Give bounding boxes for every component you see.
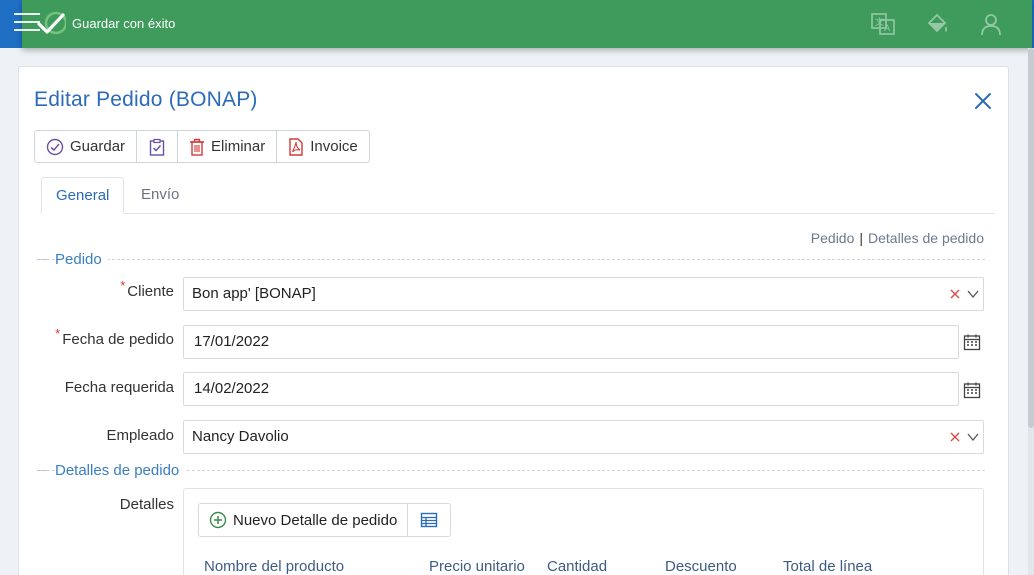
cliente-value: Bon app' [BONAP] [192,285,316,302]
section-pedido: Pedido [37,251,985,268]
fecha-requerida-value: 14/02/2022 [194,380,270,397]
clear-icon[interactable] [949,288,961,300]
page-title: Editar Pedido (BONAP) [34,88,258,111]
empleado-combobox[interactable]: Nancy Davolio [183,420,984,454]
link-detalles-de-pedido[interactable]: Detalles de pedido [868,230,984,246]
cliente-combobox[interactable]: Bon app' [BONAP] [183,277,984,311]
calendar-icon[interactable] [963,381,981,399]
fecha-requerida-label: Fecha requerida [64,379,174,396]
edit-order-card: Editar Pedido (BONAP) Guardar Eliminar I… [18,66,1009,575]
checkmark-icon [37,11,66,35]
section-pedido-title: Pedido [55,251,108,268]
fecha-de-pedido-label: * Fecha de pedido [55,326,174,348]
calendar-icon[interactable] [963,333,981,351]
paint-bucket-icon[interactable] [924,11,950,37]
close-icon[interactable] [974,92,992,110]
user-icon[interactable] [978,11,1004,37]
column-header-quantity[interactable]: Cantidad [547,558,607,575]
delete-label: Eliminar [211,138,266,155]
fecha-requerida-input[interactable]: 14/02/2022 [183,372,959,406]
check-circle-icon [46,138,64,155]
fecha-de-pedido-value: 17/01/2022 [194,333,270,350]
clipboard-check-button[interactable] [137,131,179,162]
column-header-product-name[interactable]: Nombre del producto [204,558,344,575]
toast-message: Guardar con éxito [72,16,176,31]
tab-envio[interactable]: Envío [127,177,193,214]
trash-icon [190,138,205,156]
success-toast: Guardar con éxito 文 A [14,0,1032,48]
new-order-detail-label: Nuevo Detalle de pedido [233,511,398,529]
chevron-down-icon[interactable] [967,432,979,442]
empleado-value: Nancy Davolio [192,428,289,445]
order-details-grid: Nuevo Detalle de pedido Nombre del produ… [183,488,984,575]
page-scrollbar[interactable] [1028,48,1034,575]
plus-circle-icon [209,511,227,529]
svg-text:文: 文 [875,16,884,28]
link-pedido[interactable]: Pedido [811,230,855,246]
clear-icon[interactable] [949,431,961,443]
details-toolbar: Nuevo Detalle de pedido [198,503,452,537]
scrollbar-thumb[interactable] [1028,48,1034,428]
form-tabs: General Envío [41,177,995,214]
invoice-button[interactable]: Invoice [277,131,369,162]
column-header-discount[interactable]: Descuento [665,558,737,575]
required-marker: * [120,278,126,293]
table-icon [421,512,438,528]
chevron-down-icon[interactable] [967,289,979,299]
pdf-icon [289,137,303,156]
grid-view-button[interactable] [408,504,450,536]
clipboard-check-icon [149,138,165,156]
section-links: Pedido | Detalles de pedido [811,230,984,246]
required-marker: * [55,326,61,341]
empleado-label: Empleado [106,427,174,444]
save-label: Guardar [70,138,126,155]
delete-button[interactable]: Eliminar [178,131,278,162]
svg-text:A: A [884,24,891,34]
save-button[interactable]: Guardar [35,131,138,162]
column-header-unit-price[interactable]: Precio unitario [429,558,525,575]
detalles-label: Detalles [119,496,174,513]
column-header-line-total[interactable]: Total de línea [783,558,872,575]
new-order-detail-button[interactable]: Nuevo Detalle de pedido [199,504,409,536]
fecha-de-pedido-input[interactable]: 17/01/2022 [183,325,959,359]
translate-icon[interactable]: 文 A [870,11,896,37]
cliente-label: * Cliente [120,278,174,300]
section-detalles-de-pedido: Detalles de pedido [37,462,985,479]
tab-general[interactable]: General [41,177,125,214]
link-separator: | [859,230,864,246]
invoice-label: Invoice [310,138,358,155]
section-detalles-title: Detalles de pedido [55,462,186,479]
form-toolbar: Guardar Eliminar Invoice [34,130,370,163]
